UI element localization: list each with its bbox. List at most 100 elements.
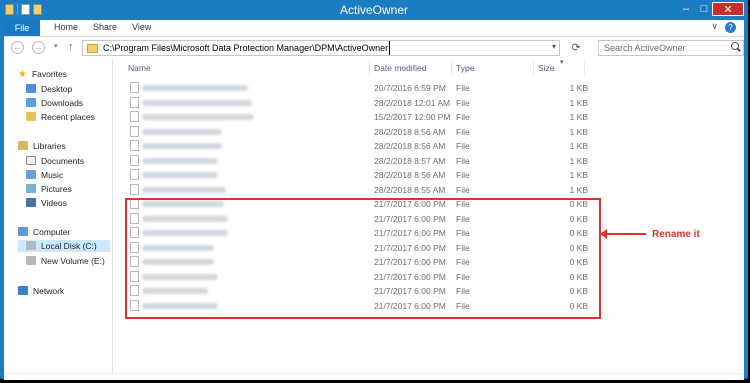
file-row[interactable]: 28/2/2018 8:56 AM File 1 KB: [114, 139, 744, 153]
file-date: 28/2/2018 12:01 AM: [374, 97, 451, 108]
title-bar: ▾ ActiveOwner – □ ✕: [0, 0, 748, 186]
file-type: File: [456, 141, 470, 151]
nav-favorites[interactable]: ★ Favorites: [18, 69, 67, 80]
expand-ribbon-icon[interactable]: ∨: [711, 21, 718, 32]
sort-indicator-icon: ▾: [560, 59, 564, 66]
nav-label: Downloads: [41, 98, 84, 108]
videos-icon: [26, 198, 36, 207]
address-dropdown-icon[interactable]: ▾: [552, 42, 556, 51]
nav-label: Favorites: [31, 69, 67, 79]
search-placeholder: Search ActiveOwner: [604, 43, 686, 53]
forward-button[interactable]: →: [32, 41, 45, 54]
address-path[interactable]: C:\Program Files\Microsoft Data Protecti…: [103, 41, 391, 55]
network-icon: [18, 286, 28, 295]
drive-icon: [26, 256, 36, 265]
minimize-button[interactable]: –: [676, 2, 696, 16]
nav-label: Videos: [41, 198, 67, 208]
nav-label: Network: [33, 286, 65, 296]
file-size: 1 KB: [569, 170, 588, 180]
nav-network[interactable]: Network: [18, 286, 64, 296]
address-bar[interactable]: C:\Program Files\Microsoft Data Protecti…: [82, 40, 560, 56]
recent-locations-icon[interactable]: ▾: [54, 42, 58, 50]
libraries-icon: [18, 141, 28, 150]
up-button[interactable]: ↑: [68, 41, 74, 53]
file-date: 20/7/2016 6:59 PM: [374, 83, 446, 93]
file-row[interactable]: 28/2/2018 8:56 AM File 1 KB: [114, 168, 744, 182]
file-size: 1 KB: [569, 112, 588, 122]
file-type: File: [456, 83, 470, 93]
documents-icon: [26, 156, 36, 165]
tab-view[interactable]: View: [132, 22, 151, 32]
column-date-modified[interactable]: Date modified: [374, 63, 426, 73]
help-icon[interactable]: ?: [725, 22, 736, 33]
file-row[interactable]: 20/7/2016 6:59 PM File 1 KB: [114, 81, 744, 95]
annotation-arrow: [600, 229, 646, 239]
column-divider[interactable]: [451, 61, 452, 75]
search-icon[interactable]: [731, 42, 739, 50]
file-icon: [130, 96, 139, 108]
file-icon: [130, 154, 139, 166]
file-date: 28/2/2018 8:57 AM: [374, 155, 446, 166]
column-divider[interactable]: [584, 61, 585, 75]
nav-documents[interactable]: Documents: [26, 156, 84, 166]
file-type: File: [456, 97, 470, 108]
nav-label: Documents: [41, 156, 84, 166]
nav-computer[interactable]: Computer: [18, 227, 70, 237]
nav-libraries[interactable]: Libraries: [18, 141, 66, 151]
maximize-button[interactable]: □: [696, 2, 712, 16]
nav-pictures[interactable]: Pictures: [26, 184, 72, 194]
tab-home[interactable]: Home: [54, 22, 78, 32]
file-type: File: [456, 112, 470, 122]
file-row[interactable]: 28/2/2018 8:56 AM File 1 KB: [114, 125, 744, 139]
drive-icon: [26, 241, 36, 250]
computer-icon: [18, 227, 28, 236]
file-name-redacted: [142, 186, 226, 193]
file-size: 1 KB: [569, 126, 588, 137]
nav-label: Recent places: [41, 112, 95, 122]
file-name-redacted: [142, 85, 248, 91]
nav-music[interactable]: Music: [26, 170, 63, 180]
file-date: 28/2/2018 8:56 AM: [374, 170, 446, 180]
tab-share[interactable]: Share: [93, 22, 117, 32]
column-divider[interactable]: [533, 61, 534, 75]
nav-local-disk[interactable]: Local Disk (C:): [18, 240, 110, 252]
file-date: 28/2/2018 8:56 AM: [374, 141, 446, 151]
column-type[interactable]: Type: [456, 63, 474, 73]
file-date: 15/2/2017 12:00 PM: [374, 112, 451, 122]
file-row[interactable]: 28/2/2018 8:55 AM File 1 KB: [114, 183, 744, 197]
file-row[interactable]: 28/2/2018 12:01 AM File 1 KB: [114, 96, 744, 110]
downloads-icon: [26, 98, 36, 107]
file-name-redacted: [142, 128, 222, 135]
back-button[interactable]: ←: [11, 41, 24, 54]
star-icon: ★: [18, 69, 27, 80]
close-button[interactable]: ✕: [712, 2, 744, 16]
refresh-button[interactable]: ⟳: [566, 40, 586, 56]
column-name[interactable]: Name: [128, 63, 151, 73]
nav-label: Desktop: [41, 84, 73, 94]
file-type: File: [456, 155, 470, 166]
file-row[interactable]: 28/2/2018 8:57 AM File 1 KB: [114, 154, 744, 168]
file-date: 28/2/2018 8:55 AM: [374, 184, 446, 195]
music-icon: [26, 170, 36, 179]
file-size: 1 KB: [569, 155, 588, 166]
folder-icon: [87, 44, 98, 53]
file-name-redacted: [142, 143, 222, 149]
file-icon: [130, 82, 139, 93]
file-type: File: [456, 170, 470, 180]
nav-videos[interactable]: Videos: [26, 198, 67, 208]
nav-new-volume[interactable]: New Volume (E:): [26, 256, 105, 266]
nav-label: Local Disk (C:): [41, 241, 97, 251]
tab-file[interactable]: File: [4, 20, 40, 36]
column-divider[interactable]: [369, 61, 370, 75]
file-icon: [130, 111, 139, 122]
file-icon: [130, 140, 139, 151]
nav-label: Music: [41, 170, 64, 180]
file-row[interactable]: 15/2/2017 12:00 PM File 1 KB: [114, 110, 744, 124]
nav-recent-places[interactable]: Recent places: [26, 112, 95, 122]
status-bar: [4, 373, 744, 380]
annotation-label: Rename it: [652, 229, 700, 240]
nav-downloads[interactable]: Downloads: [26, 98, 83, 108]
column-size[interactable]: Size: [538, 63, 555, 73]
search-input[interactable]: Search ActiveOwner: [598, 40, 744, 56]
nav-desktop[interactable]: Desktop: [26, 84, 72, 94]
